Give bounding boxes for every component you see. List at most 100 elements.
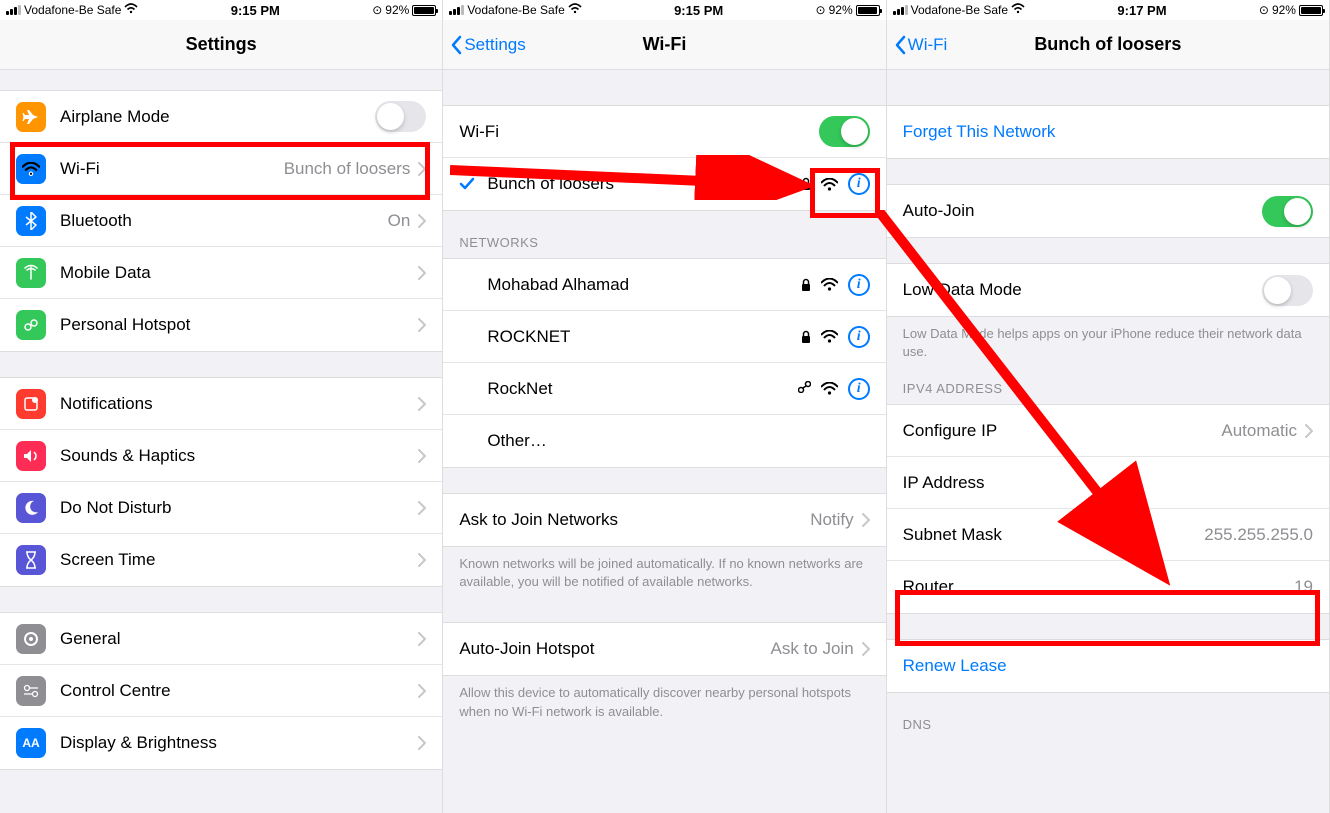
hotspot-row[interactable]: Personal Hotspot bbox=[0, 299, 442, 351]
chevron-right-icon bbox=[418, 214, 426, 228]
chevron-right-icon bbox=[418, 162, 426, 176]
text-size-icon: AA bbox=[16, 728, 46, 758]
row-label: General bbox=[60, 629, 410, 649]
control-centre-row[interactable]: Control Centre bbox=[0, 665, 442, 717]
nav-bar: Wi-Fi Bunch of loosers bbox=[887, 20, 1329, 70]
auto-footer: Allow this device to automatically disco… bbox=[443, 676, 885, 726]
airplane-mode-row[interactable]: Airplane Mode bbox=[0, 91, 442, 143]
wifi-strength-icon bbox=[821, 278, 838, 291]
airplane-icon bbox=[16, 102, 46, 132]
row-value: 19 bbox=[1294, 577, 1313, 597]
network-row[interactable]: Mohabad Alhamad i bbox=[443, 259, 885, 311]
wifi-master-row[interactable]: Wi-Fi bbox=[443, 106, 885, 158]
nav-bar: Settings bbox=[0, 20, 442, 70]
back-button[interactable]: Settings bbox=[449, 35, 525, 55]
row-label: Configure IP bbox=[903, 421, 1222, 441]
low-data-mode-row[interactable]: Low Data Mode bbox=[887, 264, 1329, 316]
hotspot-icon bbox=[16, 310, 46, 340]
general-row[interactable]: General bbox=[0, 613, 442, 665]
battery-label: 92% bbox=[1272, 3, 1296, 17]
chevron-right-icon bbox=[862, 642, 870, 656]
clock-label: 9:15 PM bbox=[231, 3, 280, 18]
mobile-data-row[interactable]: Mobile Data bbox=[0, 247, 442, 299]
chevron-right-icon bbox=[418, 736, 426, 750]
row-value: 255.255.255.0 bbox=[1204, 525, 1313, 545]
row-label: Ask to Join Networks bbox=[459, 510, 810, 530]
row-label: Personal Hotspot bbox=[60, 315, 410, 335]
chevron-left-icon bbox=[449, 35, 462, 55]
router-row: Router 19 bbox=[887, 561, 1329, 613]
row-label: Control Centre bbox=[60, 681, 410, 701]
lock-icon bbox=[801, 177, 811, 191]
info-button[interactable]: i bbox=[848, 274, 870, 296]
configure-ip-row[interactable]: Configure IP Automatic bbox=[887, 405, 1329, 457]
chevron-right-icon bbox=[418, 397, 426, 411]
auto-join-toggle[interactable] bbox=[1262, 196, 1313, 227]
network-row[interactable]: RockNet i bbox=[443, 363, 885, 415]
wifi-icon bbox=[16, 154, 46, 184]
bluetooth-value: On bbox=[388, 211, 411, 231]
low-data-footer: Low Data Mode helps apps on your iPhone … bbox=[887, 317, 1329, 367]
screentime-row[interactable]: Screen Time bbox=[0, 534, 442, 586]
status-bar: Vodafone-Be Safe 9:15 PM ⊙ 92% bbox=[0, 0, 442, 20]
gear-icon bbox=[16, 624, 46, 654]
checkmark-icon bbox=[459, 176, 475, 192]
settings-panel: Vodafone-Be Safe 9:15 PM ⊙ 92% Settings … bbox=[0, 0, 443, 813]
ipv4-header: IPV4 ADDRESS bbox=[887, 367, 1329, 404]
battery-label: 92% bbox=[829, 3, 853, 17]
chevron-right-icon bbox=[418, 501, 426, 515]
connected-network-row[interactable]: Bunch of loosers i bbox=[443, 158, 885, 210]
forget-network-row[interactable]: Forget This Network bbox=[887, 106, 1329, 158]
row-label: Wi-Fi bbox=[60, 159, 284, 179]
airplane-toggle[interactable] bbox=[375, 101, 426, 132]
back-label: Wi-Fi bbox=[908, 35, 948, 55]
row-label: Notifications bbox=[60, 394, 410, 414]
network-detail-panel: Vodafone-Be Safe 9:17 PM ⊙ 92% Wi-Fi Bun… bbox=[887, 0, 1330, 813]
renew-lease-row[interactable]: Renew Lease bbox=[887, 640, 1329, 692]
auto-join-hotspot-row[interactable]: Auto-Join Hotspot Ask to Join bbox=[443, 623, 885, 675]
page-title: Settings bbox=[186, 34, 257, 55]
back-label: Settings bbox=[464, 35, 525, 55]
wifi-panel: Vodafone-Be Safe 9:15 PM ⊙ 92% Settings … bbox=[443, 0, 886, 813]
wifi-toggle[interactable] bbox=[819, 116, 870, 147]
ask-to-join-row[interactable]: Ask to Join Networks Notify bbox=[443, 494, 885, 546]
carrier-label: Vodafone-Be Safe bbox=[24, 3, 121, 17]
alarm-icon: ⊙ bbox=[1259, 3, 1269, 17]
battery-icon bbox=[856, 5, 880, 16]
wifi-icon bbox=[568, 3, 582, 17]
notifications-row[interactable]: Notifications bbox=[0, 378, 442, 430]
ask-footer: Known networks will be joined automatica… bbox=[443, 547, 885, 597]
row-label: Forget This Network bbox=[903, 122, 1313, 142]
row-label: Bluetooth bbox=[60, 211, 388, 231]
status-bar: Vodafone-Be Safe 9:15 PM ⊙ 92% bbox=[443, 0, 885, 20]
display-row[interactable]: AA Display & Brightness bbox=[0, 717, 442, 769]
row-label: Screen Time bbox=[60, 550, 410, 570]
network-row[interactable]: ROCKNET i bbox=[443, 311, 885, 363]
chevron-left-icon bbox=[893, 35, 906, 55]
wifi-strength-icon bbox=[821, 178, 838, 191]
low-data-toggle[interactable] bbox=[1262, 275, 1313, 306]
sounds-row[interactable]: Sounds & Haptics bbox=[0, 430, 442, 482]
wifi-row[interactable]: Wi-Fi Bunch of loosers bbox=[0, 143, 442, 195]
chevron-right-icon bbox=[418, 632, 426, 646]
network-label: RockNet bbox=[459, 379, 797, 399]
wifi-icon bbox=[124, 3, 138, 17]
row-label: Router bbox=[903, 577, 1294, 597]
battery-icon bbox=[1299, 5, 1323, 16]
lock-icon bbox=[801, 278, 811, 292]
row-label: Wi-Fi bbox=[459, 122, 818, 142]
row-label: Display & Brightness bbox=[60, 733, 410, 753]
info-button[interactable]: i bbox=[848, 173, 870, 195]
row-label: Airplane Mode bbox=[60, 107, 375, 127]
info-button[interactable]: i bbox=[848, 378, 870, 400]
row-value: Ask to Join bbox=[771, 639, 854, 659]
dnd-row[interactable]: Do Not Disturb bbox=[0, 482, 442, 534]
auto-join-row[interactable]: Auto-Join bbox=[887, 185, 1329, 237]
row-label: Renew Lease bbox=[903, 656, 1313, 676]
bluetooth-row[interactable]: Bluetooth On bbox=[0, 195, 442, 247]
chevron-right-icon bbox=[418, 266, 426, 280]
back-button[interactable]: Wi-Fi bbox=[893, 35, 948, 55]
other-network-row[interactable]: Other… bbox=[443, 415, 885, 467]
clock-label: 9:17 PM bbox=[1117, 3, 1166, 18]
info-button[interactable]: i bbox=[848, 326, 870, 348]
